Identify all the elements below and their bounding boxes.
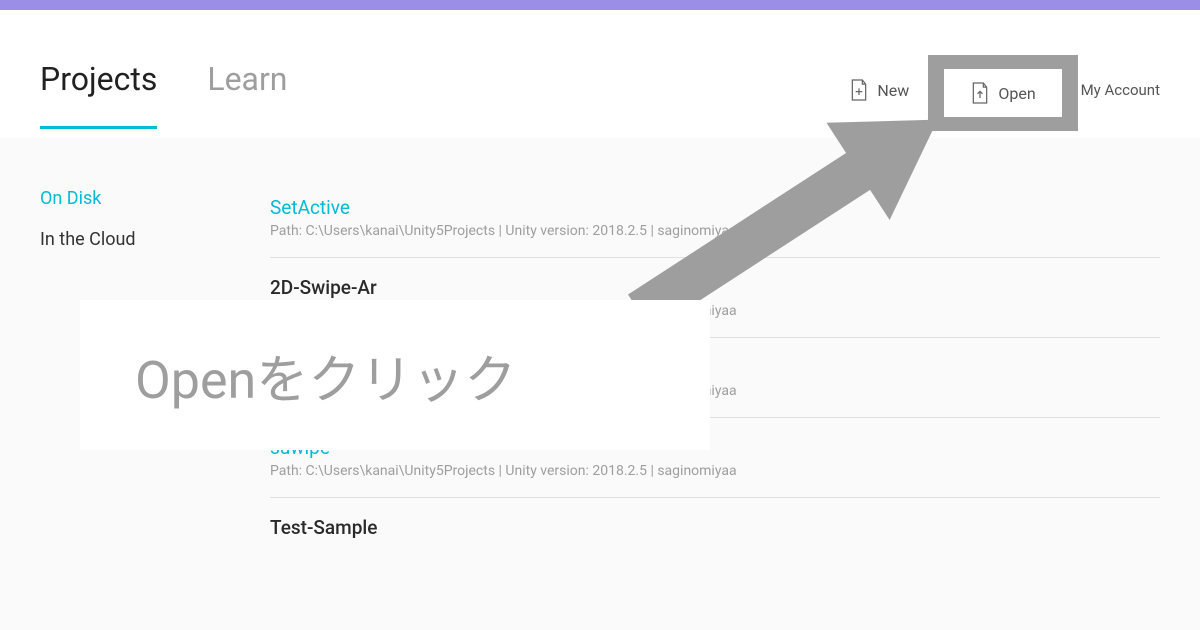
sidebar-item-on-disk[interactable]: On Disk [40,178,270,219]
project-name[interactable]: SetActive [270,196,1160,219]
project-item[interactable]: SetActive Path: C:\Users\kanai\Unity5Pro… [270,178,1160,258]
project-name[interactable]: Test-Sample [270,516,1160,539]
project-name[interactable]: 2D-Swipe-Ar [270,276,1160,299]
account-label: My Account [1081,81,1160,99]
tab-projects[interactable]: Projects [40,60,157,129]
project-meta: Path: C:\Users\kanai\Unity5Projects | Un… [270,463,1160,479]
project-meta: Path: C:\Users\kanai\Unity5Projects | Un… [270,223,1160,239]
open-label-highlighted: Open [998,84,1035,103]
new-label: New [877,81,909,100]
file-new-icon [849,78,869,102]
open-button-highlighted[interactable]: Open [944,69,1062,117]
annotation-highlight-open: Open [928,55,1078,131]
new-button[interactable]: New [837,70,921,110]
file-open-icon [970,81,990,105]
window-top-bar [0,0,1200,10]
project-item[interactable]: Test-Sample [270,498,1160,561]
annotation-text: Openをクリック [135,338,516,413]
sidebar-item-in-cloud[interactable]: In the Cloud [40,219,270,260]
main-tabs: Projects Learn [40,30,287,129]
tab-learn[interactable]: Learn [207,60,287,129]
annotation-callout: Openをクリック [80,300,710,450]
